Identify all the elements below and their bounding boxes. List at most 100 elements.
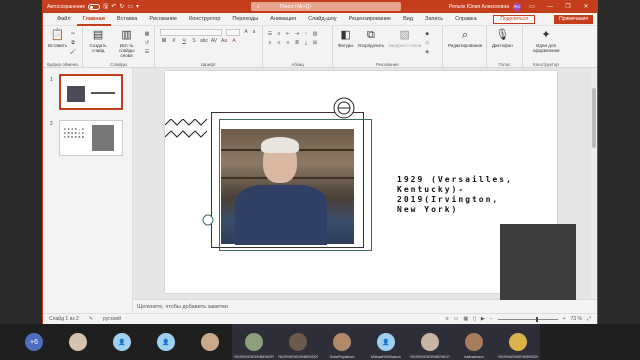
participant-tile[interactable]: 👤 xyxy=(144,324,188,360)
align-left-icon[interactable]: ≡ xyxy=(266,39,274,47)
slide-thumbnail-1[interactable] xyxy=(59,74,123,110)
slide-canvas[interactable]: 1929 (Versailles, Kentucky)- 2019(Irving… xyxy=(165,71,557,293)
participant-tile[interactable]: %D0%90%D0%BB%D0%B5... xyxy=(276,324,320,360)
reset-icon[interactable]: ↺ xyxy=(143,39,151,47)
zoom-slider[interactable] xyxy=(497,316,558,322)
tab-review[interactable]: Рецензирование xyxy=(343,13,397,26)
spacing-icon[interactable]: AV xyxy=(210,37,218,45)
align-center-icon[interactable]: ≡ xyxy=(275,39,283,47)
paste-button[interactable]: 📋 Вставить xyxy=(46,28,69,60)
dictate-button[interactable]: 🎙 Диктофон xyxy=(490,28,515,60)
tab-design[interactable]: Конструктор xyxy=(183,13,226,26)
font-name-select[interactable] xyxy=(160,29,222,36)
participant-tile[interactable]: %D0%A0%D0%B5%D0%BF%... xyxy=(496,324,540,360)
slide-thumbnail-2[interactable]: 1 9 1 9 , S A M U E L S T E E P E R xyxy=(59,120,123,156)
new-slide-button[interactable]: ▤ Создать слайд xyxy=(86,28,110,60)
shape-outline-icon[interactable]: ◇ xyxy=(423,39,431,47)
underline-icon[interactable]: Ч xyxy=(180,37,188,45)
line-spacing-icon[interactable]: ↕ xyxy=(302,30,310,38)
ribbon-options-icon[interactable]: ▭ xyxy=(525,3,539,10)
autosave-toggle[interactable] xyxy=(88,3,101,10)
tab-slideshow[interactable]: Слайд-шоу xyxy=(302,13,343,26)
participant-tile[interactable]: %D0%94%D0%B0%D1%80%... xyxy=(408,324,452,360)
tab-record[interactable]: Запись xyxy=(419,13,449,26)
minimize-icon[interactable]: — xyxy=(543,4,557,10)
shrink-font-icon[interactable]: a xyxy=(250,28,258,36)
quick-styles-button[interactable]: ▨ Экспресс-стили xyxy=(386,28,423,60)
present-icon[interactable]: ▭ xyxy=(127,3,133,10)
justify-icon[interactable]: ≣ xyxy=(293,39,301,47)
tab-draw[interactable]: Рисование xyxy=(143,13,183,26)
shape-fill-icon[interactable]: ◆ xyxy=(423,30,431,38)
smartart-icon[interactable]: ⊞ xyxy=(311,39,319,47)
zoom-knob[interactable] xyxy=(535,316,538,322)
slide-caption[interactable]: 1929 (Versailles, Kentucky)- 2019(Irving… xyxy=(397,175,517,215)
spellcheck-icon[interactable]: ✎ xyxy=(89,316,93,322)
font-size-select[interactable] xyxy=(226,29,240,36)
columns-icon[interactable]: ▥ xyxy=(311,30,319,38)
zoom-in-icon[interactable]: + xyxy=(563,316,566,322)
format-painter-icon[interactable]: 🖌 xyxy=(69,48,77,56)
arrange-button[interactable]: ⧉ Упорядочить xyxy=(356,28,387,60)
comments-button[interactable]: Примечания xyxy=(554,15,593,24)
notes-pane[interactable]: Щелкните, чтобы добавить заметки xyxy=(133,299,597,313)
fit-slide-icon[interactable]: ⤢ xyxy=(587,316,591,322)
share-button[interactable]: Поделиться xyxy=(493,15,535,24)
decrease-indent-icon[interactable]: ⇤ xyxy=(284,30,292,38)
increase-indent-icon[interactable]: ⇥ xyxy=(293,30,301,38)
tab-file[interactable]: Файл xyxy=(51,13,77,26)
customize-qat-icon[interactable]: ▾ xyxy=(136,3,139,10)
shape-effects-icon[interactable]: ◈ xyxy=(423,48,431,56)
portrait-photo[interactable] xyxy=(221,129,354,245)
undo-icon[interactable]: ↶ xyxy=(111,3,116,10)
tab-view[interactable]: Вид xyxy=(397,13,419,26)
bullets-icon[interactable]: ☰ xyxy=(266,30,274,38)
shapes-button[interactable]: ◧ Фигуры xyxy=(336,28,356,60)
editing-button[interactable]: ⌕ Редактирование xyxy=(446,28,484,60)
language-indicator[interactable]: русский xyxy=(103,316,121,322)
tab-transitions[interactable]: Переходы xyxy=(226,13,264,26)
more-participants[interactable]: +6 xyxy=(12,324,56,360)
save-icon[interactable]: 🖫 xyxy=(103,2,108,12)
cut-icon[interactable]: ✂ xyxy=(69,30,77,38)
tab-home[interactable]: Главная xyxy=(76,13,111,26)
numbering-icon[interactable]: ≡ xyxy=(275,30,283,38)
participant-tile[interactable]: %D0%94%D0%B8%D0%B... xyxy=(232,324,276,360)
copy-icon[interactable]: ⧉ xyxy=(69,39,77,47)
text-direction-icon[interactable]: ⤓ xyxy=(302,39,310,47)
font-color-icon[interactable]: A xyxy=(230,37,238,45)
zoom-level[interactable]: 73 % xyxy=(571,316,582,322)
user-avatar[interactable]: РЮ xyxy=(513,2,521,11)
maximize-icon[interactable]: ❐ xyxy=(561,3,575,10)
align-right-icon[interactable]: ≡ xyxy=(284,39,292,47)
slideshow-view-icon[interactable]: ▶ xyxy=(481,316,485,322)
strikethrough-icon[interactable]: abc xyxy=(200,37,208,45)
notes-icon[interactable]: ≡ xyxy=(446,316,449,322)
tab-insert[interactable]: Вставка xyxy=(111,13,143,26)
participant-tile[interactable] xyxy=(56,324,100,360)
layout-icon[interactable]: ▦ xyxy=(143,30,151,38)
tab-help[interactable]: Справка xyxy=(449,13,483,26)
normal-view-icon[interactable]: ▭ xyxy=(454,316,459,322)
shadow-icon[interactable]: S xyxy=(190,37,198,45)
case-icon[interactable]: Aa xyxy=(220,37,228,45)
reading-view-icon[interactable]: ▯ xyxy=(473,316,476,322)
tab-animations[interactable]: Анимация xyxy=(264,13,302,26)
vertical-scrollbar[interactable] xyxy=(591,68,597,299)
zoom-out-icon[interactable]: − xyxy=(490,316,493,322)
bold-icon[interactable]: Ж xyxy=(160,37,168,45)
sorter-view-icon[interactable]: ▦ xyxy=(463,316,468,322)
participant-tile[interactable]: SofiaPolyakova xyxy=(320,324,364,360)
close-icon[interactable]: ✕ xyxy=(579,3,593,10)
participant-tile[interactable] xyxy=(188,324,232,360)
scrollbar-thumb[interactable] xyxy=(592,88,596,148)
redo-icon[interactable]: ↻ xyxy=(119,3,124,10)
italic-icon[interactable]: К xyxy=(170,37,178,45)
grow-font-icon[interactable]: A xyxy=(242,28,250,36)
participant-tile[interactable]: 👤 xyxy=(100,324,144,360)
designer-button[interactable]: ✦ Идеи для оформления xyxy=(526,28,566,60)
participant-tile[interactable]: 👤 Michael%20Ivanov xyxy=(364,324,408,360)
participant-tile[interactable]: kadrsamara xyxy=(452,324,496,360)
reuse-slides-button[interactable]: ▥ Исп-ть слайды снова xyxy=(110,28,143,60)
section-icon[interactable]: ☰ xyxy=(143,48,151,56)
